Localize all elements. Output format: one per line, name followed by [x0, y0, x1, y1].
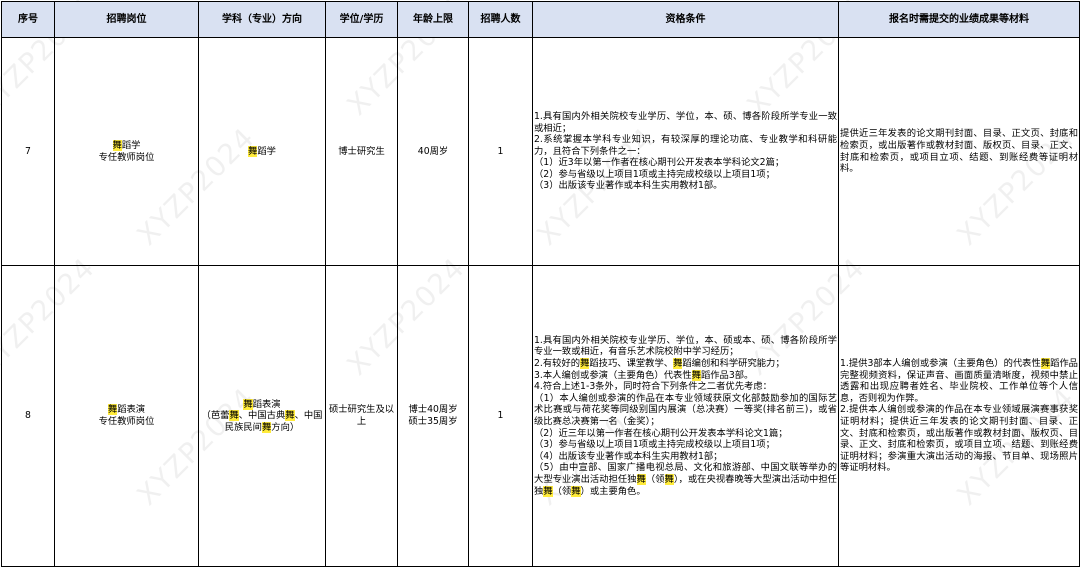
qualification-line: （2）近三年以第一作者在核心期刊公开发表本学科论文1篇；: [534, 427, 788, 439]
cell-age: 40周岁: [397, 37, 469, 266]
qualification-line: （3）参与省级以上项目1项或主持完成校级以上项目1项；: [534, 439, 775, 451]
position-line: 舞蹈表演: [107, 404, 146, 416]
header-position: 招聘岗位: [54, 1, 199, 38]
qualification-line: 3.本人编创或参演（主要角色）代表性舞蹈作品3部。: [534, 369, 754, 381]
discipline-line: 舞蹈表演: [243, 398, 281, 410]
cell-position: 舞蹈表演 专任教师岗位: [54, 265, 199, 567]
highlight-mark: 舞: [543, 485, 553, 497]
highlight-mark: 舞: [248, 145, 258, 157]
header-qualifications: 资格条件: [532, 1, 839, 38]
cell-degree: 博士研究生: [325, 37, 398, 266]
highlight-mark: 舞: [285, 410, 295, 422]
header-materials: 报名时需提交的业绩成果等材料: [838, 1, 1080, 38]
cell-age: 博士40周岁 硕士35周岁: [397, 265, 469, 567]
discipline-line: （芭蕾舞、中国古典舞、中国民族民间舞方向）: [201, 410, 323, 433]
qualification-line: （2）参与省级以上项目1项或主持完成校级以上项目1项；: [534, 168, 775, 180]
age-line: 40周岁: [417, 145, 449, 157]
cell-qualifications: 1.具有国内外相关院校专业学历、学位，本、硕或本、硕、博各阶段所学专业一致或相近…: [532, 265, 839, 567]
highlight-mark: 舞: [664, 473, 674, 485]
table-row: 8 舞蹈表演 专任教师岗位 舞蹈表演 （芭蕾舞、中国古典舞、中国民族民间舞方向） 硕士研究…: [1, 265, 1080, 567]
position-line: 专任教师岗位: [98, 151, 155, 163]
header-discipline: 学科（专业）方向: [198, 1, 326, 38]
highlight-mark: 舞: [636, 473, 646, 485]
cell-qualifications: 1.具有国内外相关院校专业学历、学位，本、硕、博各阶段所学专业一致或相近； 2.系…: [532, 37, 839, 266]
qualification-line: 2.有较好的舞蹈技巧、课堂教学、舞蹈编创和科学研究能力；: [534, 358, 785, 370]
header-row: 序号 招聘岗位 学科（专业）方向 学位/学历 年龄上限 招聘人数 资格条件 报名…: [1, 1, 1080, 38]
position-line: 专任教师岗位: [98, 416, 155, 427]
cell-seq: 7: [1, 37, 55, 266]
table-row: 7 舞蹈学 专任教师岗位 舞蹈学 博士研究生 40周岁 1 1.具有国内外相关院校专业学历、学…: [1, 37, 1080, 266]
highlight-mark: 舞: [571, 485, 581, 497]
highlight-mark: 舞: [673, 358, 683, 370]
position-line: 舞蹈学: [112, 139, 141, 151]
cell-discipline: 舞蹈学: [198, 37, 326, 266]
qualification-line: 4.符合上述1-3条外，同时符合下列条件之二者优先考虑：: [534, 381, 772, 393]
highlight-mark: 舞: [107, 404, 118, 416]
highlight-mark: 舞: [1040, 358, 1051, 370]
cell-degree: 硕士研究生及以上: [325, 265, 398, 567]
highlight-mark: 舞: [229, 410, 239, 422]
highlight-mark: 舞: [691, 369, 701, 381]
cell-count: 1: [468, 37, 533, 266]
header-seq: 序号: [1, 1, 55, 38]
qualification-line: （1）近3年以第一作者在核心期刊公开发表本学科论文2篇；: [534, 157, 785, 169]
qualification-line: （1）本人编创或参演的作品在本专业领域获原文化部鼓励参加的国际艺术比赛或与荷花奖…: [534, 392, 837, 427]
material-line: 提供近三年发表的论文期刊封面、目录、正文页、封底和检索页，或出版著作或教材封面、…: [840, 128, 1078, 175]
cell-materials: 提供近三年发表的论文期刊封面、目录、正文页、封底和检索页，或出版著作或教材封面、…: [838, 37, 1080, 266]
age-line: 硕士35周岁: [408, 416, 458, 427]
header-degree: 学位/学历: [325, 1, 398, 38]
qualification-line: （5）由中宣部、国家广播电视总局、文化和旅游部、中国文联等举办的大型专业演出活动…: [534, 462, 837, 497]
recruitment-table: 序号 招聘岗位 学科（专业）方向 学位/学历 年龄上限 招聘人数 资格条件 报名…: [1, 1, 1080, 567]
qualification-line: （4）出版该专业著作或本科生实用教材1部；: [534, 450, 723, 462]
discipline-line: 舞蹈学: [248, 145, 276, 157]
header-age: 年龄上限: [397, 1, 469, 38]
highlight-mark: 舞: [580, 358, 590, 370]
cell-materials: 1.提供3部本人编创或参演（主要角色）的代表性舞蹈作品完整视频资料，保证声音、画…: [838, 265, 1080, 567]
highlight-mark: 舞: [261, 421, 272, 433]
cell-count: 1: [468, 265, 533, 567]
cell-seq: 8: [1, 265, 55, 567]
qualification-line: （3）出版该专业著作或本科生实用教材1部。: [534, 180, 723, 192]
qualification-line: 1.具有国内外相关院校专业学历、学位，本、硕或本、硕、博各阶段所学专业一致或相近…: [534, 334, 837, 358]
qualification-line: 2.系统掌握本学科专业知识，有较深厚的理论功底、专业教学和科研能力，且符合下列条…: [534, 134, 837, 157]
age-line: 博士40周岁: [408, 404, 458, 416]
cell-position: 舞蹈学 专任教师岗位: [54, 37, 199, 266]
material-line: 1.提供3部本人编创或参演（主要角色）的代表性舞蹈作品完整视频资料，保证声音、画…: [840, 358, 1078, 404]
document-page: XYZP2024 XYZP2024 XYZP2024 XYZP2024 XYZP2024…: [0, 0, 1080, 573]
material-line: 2.提供本人编创或参演的作品在本专业领域展演赛事获奖证明材料；提供近三年发表的论…: [840, 404, 1078, 474]
header-count: 招聘人数: [468, 1, 533, 38]
highlight-mark: 舞: [112, 139, 122, 151]
qualification-line: 1.具有国内外相关院校专业学历、学位，本、硕、博各阶段所学专业一致或相近；: [534, 110, 837, 134]
cell-discipline: 舞蹈表演 （芭蕾舞、中国古典舞、中国民族民间舞方向）: [198, 265, 326, 567]
highlight-mark: 舞: [243, 398, 253, 410]
